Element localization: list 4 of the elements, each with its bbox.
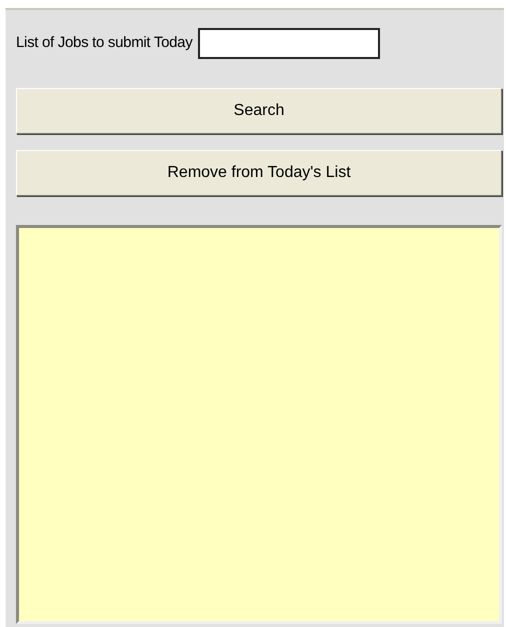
field-label: List of Jobs to submit Today xyxy=(16,33,192,54)
push-button[interactable]: Remove from Today's List xyxy=(16,150,502,196)
push-button[interactable]: Search xyxy=(16,88,502,134)
input-field[interactable] xyxy=(198,28,380,59)
